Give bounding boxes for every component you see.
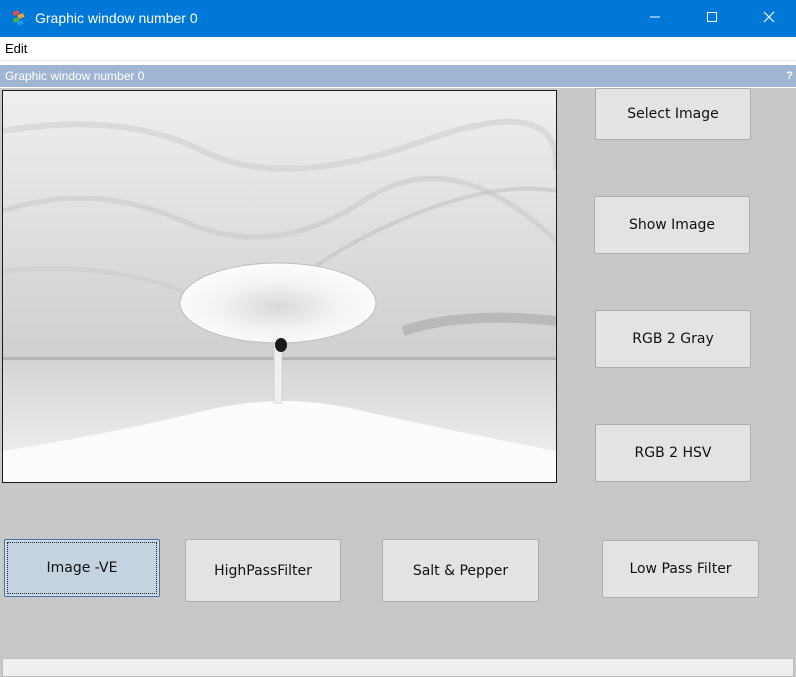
salt-pepper-button[interactable]: Salt & Pepper — [382, 539, 539, 602]
show-image-button[interactable]: Show Image — [594, 196, 750, 254]
image-display — [2, 90, 557, 483]
image-negative-button[interactable]: Image -VE — [4, 539, 160, 597]
close-button[interactable] — [740, 0, 796, 37]
menu-bar: Edit — [0, 37, 796, 61]
high-pass-filter-button[interactable]: HighPassFilter — [185, 539, 341, 602]
negative-image — [3, 91, 556, 482]
figure-canvas: Select Image Show Image RGB 2 Gray RGB 2… — [0, 88, 796, 655]
status-bar — [0, 655, 796, 677]
maximize-button[interactable] — [683, 0, 741, 37]
figure-header: Graphic window number 0 ? — [0, 65, 796, 87]
close-icon — [763, 10, 775, 28]
rgb2gray-button[interactable]: RGB 2 Gray — [595, 310, 751, 368]
window-title: Graphic window number 0 — [35, 10, 198, 26]
scilab-icon — [10, 9, 28, 27]
window-titlebar[interactable]: Graphic window number 0 — [0, 0, 796, 37]
rgb2hsv-button[interactable]: RGB 2 HSV — [595, 424, 751, 482]
figure-title: Graphic window number 0 — [5, 69, 145, 83]
minimize-icon — [649, 10, 661, 28]
maximize-icon — [706, 10, 718, 28]
help-icon[interactable]: ? — [786, 68, 793, 84]
minimize-button[interactable] — [626, 0, 684, 37]
select-image-button[interactable]: Select Image — [595, 88, 751, 140]
low-pass-filter-button[interactable]: Low Pass Filter — [602, 540, 759, 598]
menu-edit[interactable]: Edit — [5, 41, 27, 57]
status-field — [2, 658, 794, 677]
